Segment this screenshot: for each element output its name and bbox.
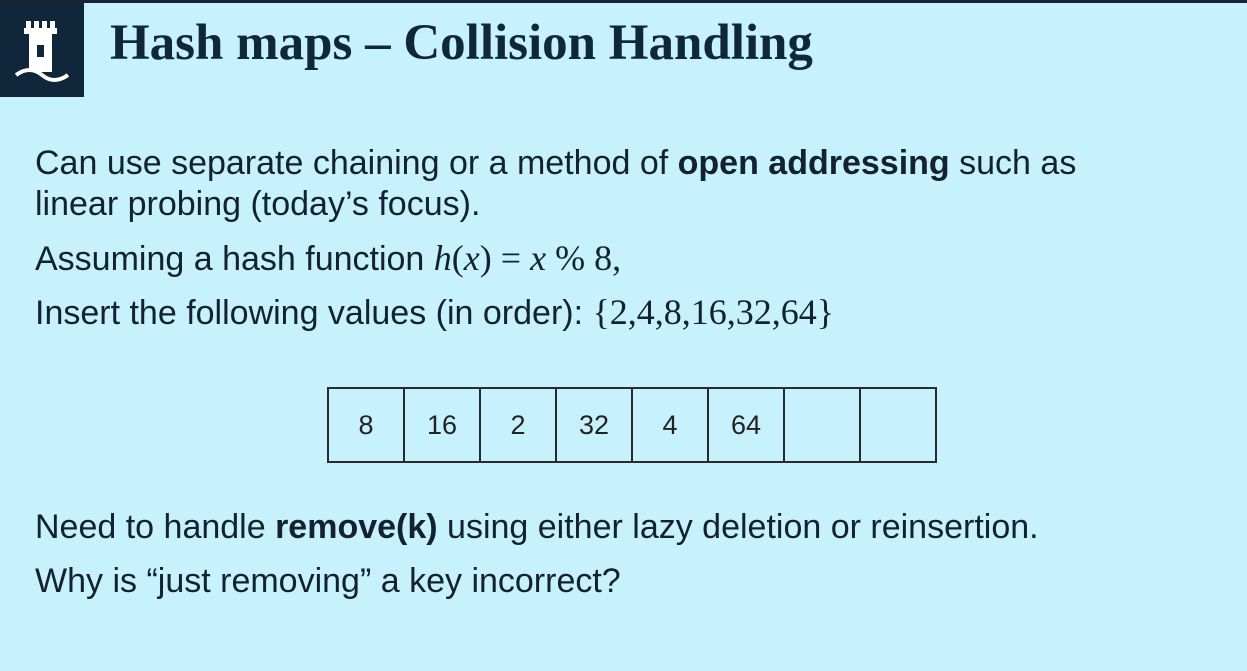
- paragraph-chaining: Can use separate chaining or a method of…: [35, 143, 1076, 225]
- p4-bold-term: remove(k): [275, 508, 438, 546]
- hash-table-cell: [785, 389, 861, 461]
- math-paren-close: ): [479, 238, 492, 278]
- values-set: {2,4,8,16,32,64}: [592, 292, 835, 332]
- p1-text-before: Can use separate chaining or a method of: [35, 144, 678, 182]
- castle-icon: [14, 21, 70, 82]
- p3-text: Insert the following values (in order):: [35, 294, 593, 332]
- p2-text: Assuming a hash function: [35, 240, 434, 278]
- paragraph-insert-values: Insert the following values (in order): …: [35, 292, 834, 334]
- p1-line2: linear probing (today’s focus).: [35, 185, 481, 223]
- math-func-h: h: [433, 238, 452, 278]
- hash-function-formula: h(x) = x % 8,: [434, 238, 621, 278]
- math-var-x2: x: [530, 238, 547, 278]
- hash-table-cell: 64: [709, 389, 785, 461]
- hash-table-cell: 16: [405, 389, 481, 461]
- math-mod-8: % 8,: [546, 238, 622, 278]
- hash-table-cell: 32: [557, 389, 633, 461]
- paragraph-question: Why is “just removing” a key incorrect?: [35, 561, 621, 602]
- hash-table-cell: 8: [329, 389, 405, 461]
- paragraph-hash-function: Assuming a hash function h(x) = x % 8,: [35, 238, 621, 280]
- paragraph-remove: Need to handle remove(k) using either la…: [35, 507, 1039, 548]
- math-paren-open: (: [451, 238, 464, 278]
- p5-text: Why is “just removing” a key incorrect?: [35, 562, 621, 600]
- hash-table-cell: 2: [481, 389, 557, 461]
- p1-text-after: such as: [949, 144, 1077, 182]
- slide-title: Hash maps – Collision Handling: [110, 15, 813, 71]
- math-var-x: x: [463, 238, 480, 278]
- hash-table-cell: [861, 389, 935, 461]
- hash-table-cell: 4: [633, 389, 709, 461]
- top-border: [0, 0, 1247, 3]
- hash-table: 8 16 2 32 4 64: [327, 387, 937, 463]
- university-logo: [0, 3, 84, 97]
- p4-text-after: using either lazy deletion or reinsertio…: [437, 508, 1039, 546]
- p1-bold-term: open addressing: [677, 144, 950, 182]
- p4-text-before: Need to handle: [35, 508, 276, 546]
- math-equals: =: [491, 238, 531, 278]
